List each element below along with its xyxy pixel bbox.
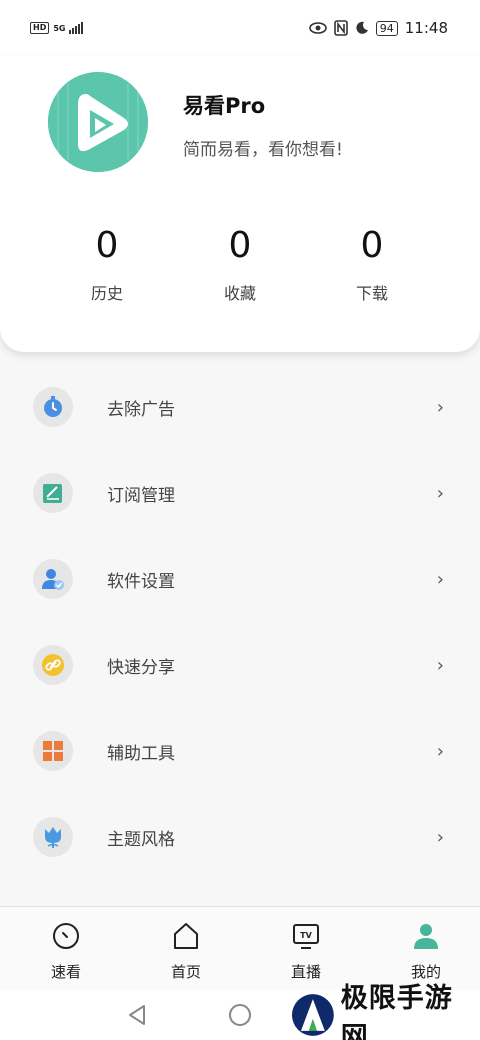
eye-icon [308,22,327,34]
link-share-icon [33,645,73,685]
stat-downloads[interactable]: 0 下载 [312,224,432,304]
app-motto: 简而易看，看你想看! [183,140,343,160]
chevron-right-icon: › [436,396,444,418]
menu-item-theme[interactable]: 主题风格 › [0,794,480,880]
app-name: 易看Pro [183,94,266,118]
clock-icon [53,923,79,949]
status-right: 94 11:48 [308,19,448,37]
chevron-right-icon: › [436,826,444,848]
status-left: HD 5G [30,22,84,34]
home-icon [174,923,198,949]
menu-label-subscriptions: 订阅管理 [107,485,175,506]
nav-label-quick-watch: 速看 [50,963,81,981]
chevron-right-icon: › [436,482,444,504]
menu-label-remove-ads: 去除广告 [107,399,175,420]
downloads-count: 0 [360,225,384,266]
favorites-label: 收藏 [223,284,256,303]
stat-history[interactable]: 0 历史 [47,224,167,304]
favorites-count: 0 [228,225,252,266]
menu-item-tools[interactable]: 辅助工具 › [0,708,480,794]
profile-card: 易看Pro 简而易看，看你想看! 0 历史 0 收藏 0 下载 [0,56,480,352]
nav-item-home[interactable]: 首页 [126,907,246,991]
hd-badge: HD [30,22,50,34]
signal-icon [69,22,84,34]
status-bar: HD 5G 94 11:48 [0,0,480,56]
menu-item-subscriptions[interactable]: 订阅管理 › [0,450,480,536]
clock-time: 11:48 [404,19,448,37]
history-label: 历史 [90,284,123,303]
stats-row: 0 历史 0 收藏 0 下载 [0,224,480,314]
menu-label-theme: 主题风格 [107,829,175,850]
nav-item-quick-watch[interactable]: 速看 [6,907,126,991]
network-type: 5G [53,23,66,33]
nfc-icon [333,20,348,36]
stat-favorites[interactable]: 0 收藏 [180,224,300,304]
tulip-theme-icon [33,817,73,857]
menu-item-quick-share[interactable]: 快速分享 › [0,622,480,708]
home-circle-icon[interactable] [229,1004,251,1026]
tv-icon: TV [293,924,319,949]
menu-label-quick-share: 快速分享 [107,657,175,678]
nav-label-home: 首页 [170,963,201,981]
menu-item-software-settings[interactable]: 软件设置 › [0,536,480,622]
svg-text:TV: TV [300,931,312,940]
play-logo-icon [48,72,148,172]
user-icon [414,924,438,949]
back-icon[interactable] [126,1004,148,1026]
history-count: 0 [95,225,119,266]
watermark-logo-icon [291,994,334,1036]
subscribe-note-icon [33,473,73,513]
menu-label-tools: 辅助工具 [107,743,175,764]
chevron-right-icon: › [436,568,444,590]
downloads-label: 下载 [355,284,388,303]
app-logo-avatar[interactable] [48,72,148,172]
moon-icon [356,21,368,34]
site-watermark: 极限手游网 [289,983,480,1040]
battery-icon: 94 [375,20,398,36]
menu-label-software-settings: 软件设置 [107,571,175,592]
timer-icon [33,387,73,427]
chevron-right-icon: › [436,654,444,676]
menu-item-remove-ads[interactable]: 去除广告 › [0,364,480,450]
chevron-right-icon: › [436,740,444,762]
watermark-text: 极限手游网 [340,983,453,1040]
user-settings-icon [33,559,73,599]
grid-tools-icon [33,731,73,771]
